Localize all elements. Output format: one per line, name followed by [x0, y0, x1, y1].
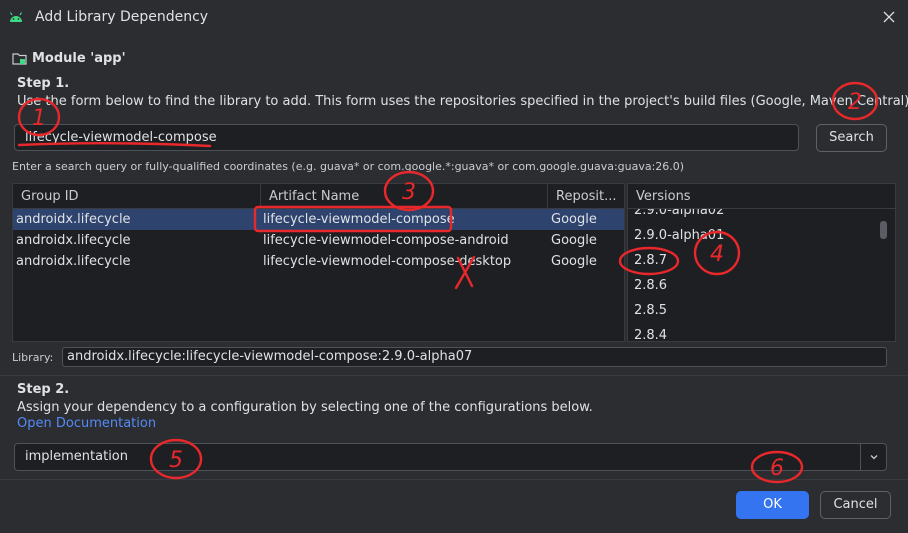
close-icon[interactable]	[880, 8, 898, 26]
table-row[interactable]: androidx.lifecycle lifecycle-viewmodel-c…	[13, 251, 624, 272]
group-id-cell: androidx.lifecycle	[16, 254, 131, 269]
column-header-group-id[interactable]: Group ID	[13, 184, 261, 209]
module-label: Module 'app'	[32, 51, 126, 66]
divider	[0, 479, 908, 480]
repository-cell: Google	[551, 233, 597, 248]
chevron-down-icon	[870, 455, 878, 460]
table-row[interactable]: androidx.lifecycle lifecycle-viewmodel-c…	[13, 209, 624, 230]
step2-title: Step 2.	[17, 382, 70, 397]
open-documentation-link[interactable]: Open Documentation	[17, 416, 156, 431]
versions-list: 2.9.0-alpha02 2.9.0-alpha01 2.8.7 2.8.6 …	[627, 183, 896, 342]
artifact-name-cell: lifecycle-viewmodel-compose-android	[263, 233, 509, 248]
group-id-cell: androidx.lifecycle	[16, 212, 131, 227]
android-icon	[9, 12, 23, 22]
column-header-repository[interactable]: Reposit...	[548, 184, 624, 209]
library-label: Library:	[12, 351, 54, 364]
cancel-button[interactable]: Cancel	[820, 491, 891, 519]
configuration-value: implementation	[25, 449, 129, 464]
dropdown-arrow[interactable]	[860, 444, 887, 470]
version-item[interactable]: 2.8.4	[634, 323, 667, 341]
version-item[interactable]: 2.8.5	[634, 298, 667, 323]
repository-cell: Google	[551, 212, 597, 227]
module-folder-icon	[12, 53, 27, 65]
artifact-name-cell: lifecycle-viewmodel-compose-desktop	[263, 254, 512, 269]
repository-cell: Google	[551, 254, 597, 269]
group-id-cell: androidx.lifecycle	[16, 233, 131, 248]
results-table: Group ID Artifact Name Reposit... androi…	[12, 183, 625, 342]
library-field[interactable]: androidx.lifecycle:lifecycle-viewmodel-c…	[62, 347, 887, 367]
table-row[interactable]: androidx.lifecycle lifecycle-viewmodel-c…	[13, 230, 624, 251]
step1-description: Use the form below to find the library t…	[17, 94, 908, 109]
step2-description: Assign your dependency to a configuratio…	[17, 400, 593, 415]
title-bar: Add Library Dependency	[0, 0, 908, 36]
column-header-artifact-name[interactable]: Artifact Name	[261, 184, 548, 209]
divider	[0, 375, 908, 376]
step1-title: Step 1.	[17, 76, 70, 91]
version-item[interactable]: 2.8.6	[634, 273, 667, 298]
versions-header: Versions	[628, 184, 895, 209]
search-button[interactable]: Search	[816, 124, 887, 152]
version-item[interactable]: 2.9.0-alpha01	[634, 223, 724, 248]
window-title: Add Library Dependency	[35, 9, 209, 25]
search-hint: Enter a search query or fully-qualified …	[12, 160, 685, 173]
ok-button[interactable]: OK	[736, 491, 809, 519]
versions-scrollbar[interactable]	[880, 221, 887, 239]
search-input[interactable]: lifecycle-viewmodel-compose	[14, 124, 799, 151]
artifact-name-cell: lifecycle-viewmodel-compose	[263, 212, 455, 227]
configuration-dropdown[interactable]: implementation	[14, 443, 887, 471]
version-item[interactable]: 2.8.7	[634, 248, 667, 273]
